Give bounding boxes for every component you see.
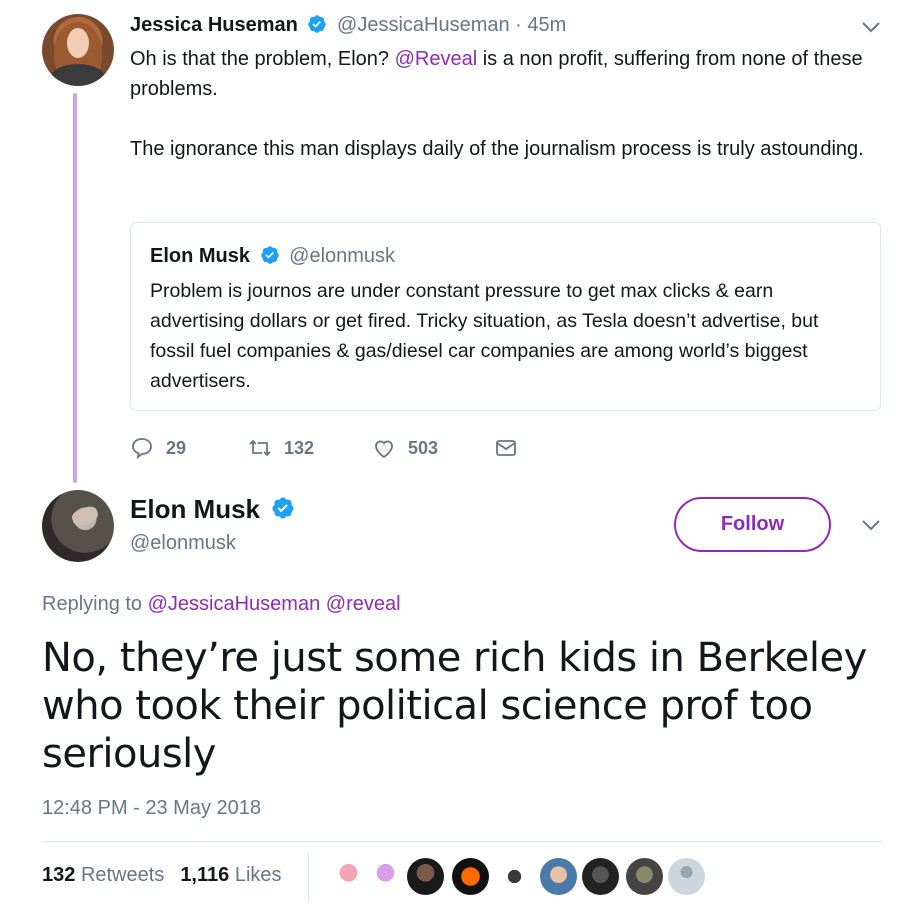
likes-label: Likes <box>234 864 282 886</box>
like-icon <box>375 440 393 459</box>
main-author-handle[interactable]: @elonmusk <box>130 532 236 555</box>
liker-avatar[interactable] <box>540 858 577 895</box>
avatar-jessica-huseman[interactable] <box>42 14 114 86</box>
verified-badge-icon <box>272 497 294 519</box>
tweet-stats: 132 Retweets 1,116 Likes <box>42 864 282 887</box>
thread-connector-line <box>73 93 77 483</box>
replying-mention-1[interactable]: @JessicaHuseman <box>148 593 321 615</box>
liker-avatar[interactable] <box>626 858 663 895</box>
replying-mention-2[interactable]: @reveal <box>326 593 401 615</box>
retweet-count: 132 <box>284 437 315 458</box>
retweets-label: Retweets <box>80 864 165 886</box>
liker-avatar[interactable] <box>330 858 367 895</box>
tweet-time[interactable]: 45m <box>527 14 566 36</box>
likes-stat[interactable]: 1,116 Likes <box>180 864 281 886</box>
tweet-body: Oh is that the problem, Elon? @Reveal is… <box>130 44 870 194</box>
avatar-shoulders <box>50 64 106 86</box>
reply-button[interactable]: 29 <box>130 436 186 460</box>
tweet-paragraph-2: The ignorance this man displays daily of… <box>130 138 864 160</box>
main-author-name-row: Elon Musk <box>130 494 299 525</box>
verified-badge-icon <box>308 15 327 33</box>
retweet-button[interactable]: 132 <box>248 436 314 460</box>
tweet-timestamp[interactable]: 12:48 PM - 23 May 2018 <box>42 797 261 820</box>
liker-avatar[interactable] <box>496 858 533 895</box>
stats-separator <box>308 852 309 902</box>
avatar-face <box>67 28 89 58</box>
like-button[interactable]: 503 <box>372 436 438 460</box>
quoted-tweet-header: Elon Musk @elonmusk <box>150 245 395 268</box>
reply-icon <box>132 438 152 460</box>
reply-count: 29 <box>166 437 187 458</box>
liker-avatar[interactable] <box>452 858 489 895</box>
liker-avatar[interactable] <box>582 858 619 895</box>
tweet-text-part: Oh is that the problem, Elon? <box>130 48 395 70</box>
follow-button[interactable]: Follow <box>674 497 831 552</box>
divider <box>42 841 882 842</box>
replying-prefix: Replying to <box>42 593 143 615</box>
quoted-tweet-text: Problem is journos are under constant pr… <box>150 280 819 392</box>
mention-link[interactable]: @Reveal <box>395 48 478 70</box>
direct-message-button[interactable] <box>494 436 530 460</box>
chevron-down-icon[interactable] <box>861 518 881 532</box>
direct-message-icon <box>496 440 516 456</box>
author-handle[interactable]: @JessicaHuseman <box>337 14 510 36</box>
like-count: 503 <box>408 437 439 458</box>
liker-avatar[interactable] <box>407 858 444 895</box>
avatar-elon-musk[interactable] <box>42 490 114 562</box>
avatar-detail <box>70 504 100 528</box>
retweet-total: 132 <box>42 864 76 886</box>
quoted-author-name: Elon Musk <box>150 245 251 267</box>
quoted-tweet-card[interactable]: Elon Musk @elonmusk Problem is journos a… <box>130 222 881 411</box>
verified-badge-icon <box>260 246 279 264</box>
retweet-icon <box>249 439 271 457</box>
chevron-down-icon[interactable] <box>861 20 881 34</box>
main-author-name[interactable]: Elon Musk <box>130 494 260 524</box>
like-total: 1,116 <box>180 864 230 886</box>
quoted-author-handle: @elonmusk <box>289 245 396 267</box>
time-separator: · <box>515 14 528 36</box>
retweets-stat[interactable]: 132 Retweets <box>42 864 164 886</box>
author-name[interactable]: Jessica Huseman <box>130 14 298 36</box>
liker-avatar[interactable] <box>668 858 705 895</box>
tweet-header: Jessica Huseman @JessicaHuseman · 45m <box>130 14 566 37</box>
tweet-paragraph-1: Oh is that the problem, Elon? @Reveal is… <box>130 44 870 104</box>
liker-avatar[interactable] <box>367 858 404 895</box>
replying-to: Replying to @JessicaHuseman @reveal <box>42 593 401 616</box>
main-tweet-text: No, they’re just some rich kids in Berke… <box>42 635 867 777</box>
